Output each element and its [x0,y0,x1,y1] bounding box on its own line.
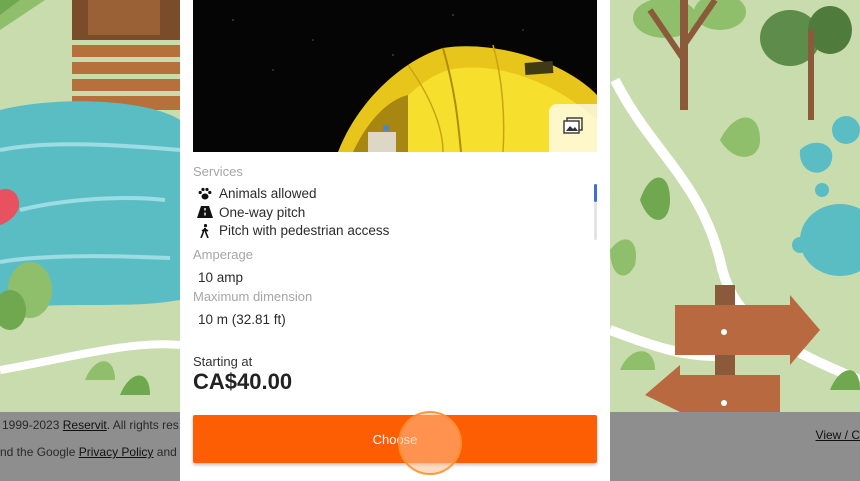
pitch-photo [193,0,597,152]
paw-icon [197,186,213,200]
footer-recaptcha-notice: nd the Google Privacy Policy and T [0,445,187,459]
service-item: One-way pitch [197,203,587,222]
price: CA$40.00 [193,369,293,394]
pitch-detail-modal: Services Animals allowed One-way pitch P… [180,0,610,481]
walking-icon [197,223,213,238]
services-label: Services [193,164,243,179]
reservit-link[interactable]: Reservit [63,418,107,432]
service-label: Pitch with pedestrian access [219,223,390,239]
choose-button[interactable]: Choose [193,415,597,463]
amperage-label: Amperage [193,247,253,262]
footer-copyright: 1999-2023 Reservit. All rights res [2,418,179,432]
view-link[interactable]: View / C [816,428,860,442]
tent-image [193,0,597,152]
service-label: One-way pitch [219,204,306,220]
amperage-value: 10 amp [198,270,244,285]
click-indicator [398,411,462,475]
image-gallery-icon [563,116,583,140]
scrollbar-thumb[interactable] [594,184,597,202]
gallery-button[interactable] [549,104,597,152]
privacy-policy-link[interactable]: Privacy Policy [79,445,154,459]
max-dimension-value: 10 m (32.81 ft) [198,312,286,327]
road-icon [197,205,213,219]
service-item: Pitch with pedestrian access [197,221,587,240]
service-label: Animals allowed [219,185,317,201]
starting-at-label: Starting at [193,354,253,369]
service-item: Animals allowed [197,184,587,203]
max-dimension-label: Maximum dimension [193,289,313,304]
services-list: Animals allowed One-way pitch Pitch with… [197,184,587,240]
services-scrollbar[interactable] [594,184,597,240]
